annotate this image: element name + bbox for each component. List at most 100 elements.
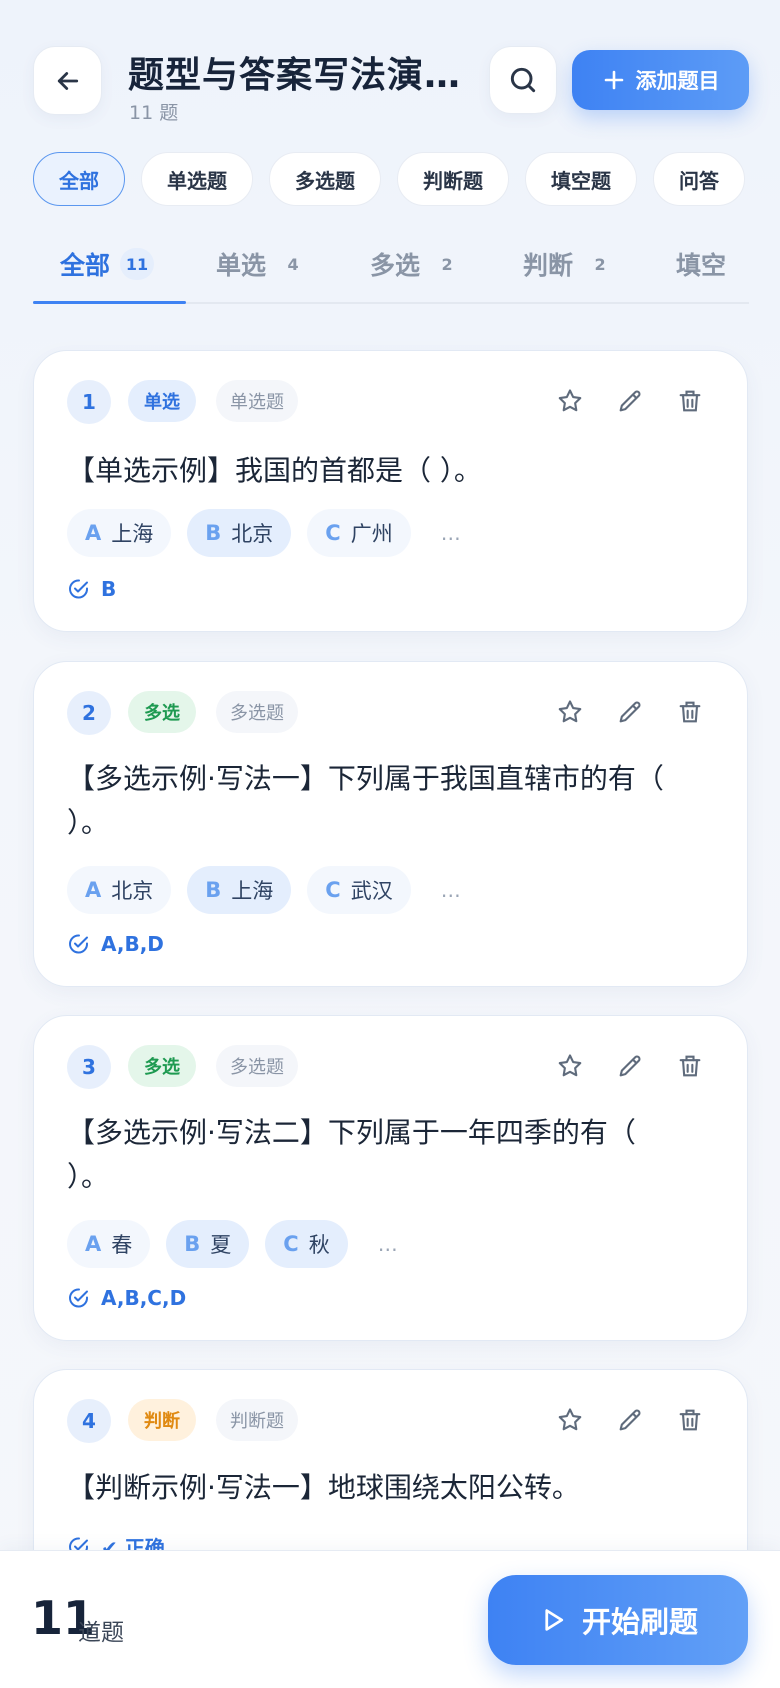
option-letter: B — [184, 1232, 201, 1256]
favorite-button[interactable] — [552, 383, 588, 419]
delete-button[interactable] — [672, 1048, 708, 1084]
option-text: 夏 — [210, 1233, 232, 1257]
answer-row: A,B,C,D — [67, 1286, 186, 1310]
tab-count: 2 — [441, 254, 453, 274]
tab-judge[interactable]: 判断 2 — [523, 246, 617, 282]
question-card[interactable]: 1 单选 单选题 【单选示例】我国的首都是（ ）。 A 上海 B 北京 C 广州 … … — [33, 350, 748, 632]
tab-label: 填空 — [676, 251, 727, 280]
chip-single[interactable]: 单选题 — [141, 152, 253, 206]
page-title: 题型与答案写法演… — [128, 55, 462, 96]
tab-label: 多选 — [370, 251, 421, 280]
option-text: 武汉 — [350, 879, 393, 903]
chip-judge[interactable]: 判断题 — [397, 152, 509, 206]
back-button[interactable] — [33, 46, 102, 115]
option-a: A春 — [67, 1220, 151, 1268]
answer-value: B — [101, 577, 117, 601]
option-b: B 上海 — [187, 866, 292, 914]
edit-button[interactable] — [612, 694, 648, 730]
tab-multi[interactable]: 多选 2 — [370, 246, 464, 282]
option-text: 秋 — [308, 1233, 330, 1257]
question-text: 【单选示例】我国的首都是（ ）。 — [67, 449, 482, 493]
edit-button[interactable] — [612, 1048, 648, 1084]
tab-count: 2 — [594, 254, 606, 274]
delete-button[interactable] — [672, 383, 708, 419]
question-count-subtitle: 11 题 — [129, 102, 179, 124]
total-count-label: 道题 — [78, 1620, 124, 1646]
chip-qa[interactable]: 问答 — [653, 152, 745, 206]
more-options-ellipsis: … — [377, 1232, 398, 1256]
filter-chips: 全部 单选题 多选题 判断题 填空题 问答 — [33, 152, 780, 208]
question-card[interactable]: 3 多选 多选题 【多选示例·写法二】下列属于一年四季的有（ ）。 A春 B夏 … — [33, 1015, 748, 1341]
option-letter: A — [85, 521, 102, 545]
answer-row: B — [67, 577, 116, 601]
tab-count: 11 — [120, 248, 155, 280]
question-text-line: 【单选示例】我国的首都是（ ）。 — [67, 454, 482, 487]
delete-button[interactable] — [672, 1402, 708, 1438]
answer-row: A,B,D — [67, 932, 164, 956]
favorite-button[interactable] — [552, 1402, 588, 1438]
type-badge: 多选 — [128, 691, 196, 733]
option-c: C 广州 — [307, 509, 411, 557]
category-badge: 多选题 — [216, 1045, 298, 1087]
question-number: 1 — [67, 380, 111, 424]
category-badge: 多选题 — [216, 691, 298, 733]
option-letter: A — [85, 1232, 102, 1256]
question-text-line: 【判断示例·写法一】地球围绕太阳公转。 — [67, 1471, 580, 1504]
check-circle-icon — [69, 934, 89, 954]
chip-fill[interactable]: 填空题 — [525, 152, 637, 206]
star-icon — [558, 700, 582, 723]
tab-label: 判断 — [523, 251, 574, 280]
question-number: 4 — [67, 1399, 111, 1443]
tab-label: 全部 — [60, 251, 111, 280]
check-circle-icon — [69, 1288, 89, 1308]
question-text: 【多选示例·写法一】下列属于我国直辖市的有（ ）。 — [67, 757, 664, 845]
delete-button[interactable] — [672, 694, 708, 730]
tab-fill[interactable]: 填空 — [676, 246, 726, 282]
option-text: 春 — [111, 1233, 133, 1257]
pencil-icon — [619, 1055, 641, 1077]
question-text-line: 【多选示例·写法一】下列属于我国直辖市的有（ — [67, 762, 664, 795]
chip-all[interactable]: 全部 — [33, 152, 125, 206]
question-number: 3 — [67, 1045, 111, 1089]
header: 题型与答案写法演… 11 题 添加题目 — [33, 46, 749, 124]
favorite-button[interactable] — [552, 1048, 588, 1084]
trash-icon — [679, 390, 701, 412]
option-text: 上海 — [111, 522, 154, 546]
edit-button[interactable] — [612, 1402, 648, 1438]
category-badge: 判断题 — [216, 1399, 298, 1441]
option-a: A 北京 — [67, 866, 172, 914]
add-question-button[interactable]: 添加题目 — [572, 50, 749, 110]
option-letter: A — [85, 878, 102, 902]
search-button[interactable] — [489, 46, 557, 114]
option-letter: B — [205, 878, 222, 902]
more-options-ellipsis: … — [440, 521, 461, 545]
answer-value: A,B,C,D — [101, 1286, 187, 1310]
option-text: 北京 — [231, 522, 274, 546]
tab-single[interactable]: 单选 4 — [216, 246, 310, 282]
chip-multi[interactable]: 多选题 — [269, 152, 381, 206]
type-badge: 单选 — [128, 380, 196, 422]
tab-count: 4 — [287, 254, 299, 274]
question-text-line: ）。 — [67, 806, 110, 839]
option-c: C秋 — [265, 1220, 348, 1268]
tab-all[interactable]: 全部 11 — [60, 246, 155, 282]
option-text: 北京 — [111, 879, 154, 903]
question-text: 【判断示例·写法一】地球围绕太阳公转。 — [67, 1466, 580, 1510]
pencil-icon — [619, 390, 641, 412]
option-text: 广州 — [350, 522, 393, 546]
option-letter: B — [205, 521, 222, 545]
option-c: C 武汉 — [307, 866, 411, 914]
option-letter: C — [283, 1232, 299, 1256]
star-icon — [558, 1054, 582, 1077]
bottom-bar: 11 道题 开始刷题 — [0, 1550, 780, 1688]
question-card[interactable]: 2 多选 多选题 【多选示例·写法一】下列属于我国直辖市的有（ ）。 A 北京 B… — [33, 661, 748, 987]
arrow-left-icon — [57, 71, 78, 90]
question-text-line: ）。 — [67, 1160, 110, 1193]
favorite-button[interactable] — [552, 694, 588, 730]
options-list: A春 B夏 C秋 … — [67, 1220, 398, 1268]
start-practice-label: 开始刷题 — [581, 1605, 698, 1639]
edit-button[interactable] — [612, 383, 648, 419]
option-b: B 北京 — [187, 509, 292, 557]
tab-label: 单选 — [216, 251, 267, 280]
start-practice-button[interactable]: 开始刷题 — [488, 1575, 748, 1665]
